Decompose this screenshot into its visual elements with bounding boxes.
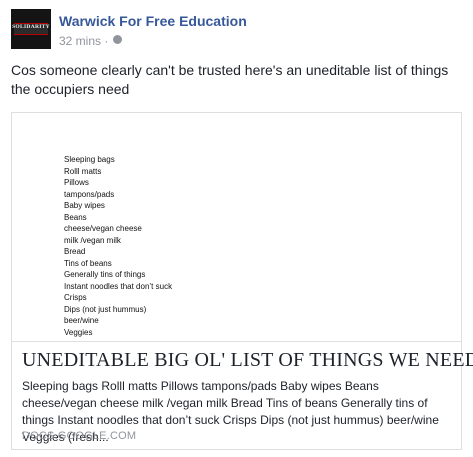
page-name-link[interactable]: Warwick For Free Education bbox=[59, 13, 247, 29]
document-list-item: Veggies bbox=[64, 327, 93, 337]
document-list-item: milk /vegan milk bbox=[64, 235, 121, 245]
link-title[interactable]: UNEDITABLE BIG OL' LIST OF THINGS WE NEE… bbox=[22, 349, 473, 372]
meta-separator: · bbox=[104, 33, 109, 48]
document-list-item: beer/wine bbox=[64, 316, 99, 325]
document-list-item: Dips (not just hummus) bbox=[64, 304, 147, 314]
document-list-item: Crisps bbox=[64, 293, 87, 302]
document-list-item: Rolll matts bbox=[64, 166, 102, 176]
document-list-item: Beans bbox=[64, 212, 87, 222]
avatar-text: SOLIDARITY bbox=[12, 24, 50, 30]
document-list-item: cheese/vegan cheese bbox=[64, 224, 142, 233]
avatar[interactable]: SOLIDARITY bbox=[11, 9, 51, 49]
post-header: SOLIDARITY Warwick For Free Education 32… bbox=[11, 9, 461, 49]
post-timestamp[interactable]: 32 mins bbox=[59, 34, 101, 48]
document-list-item: Baby wipes bbox=[64, 201, 105, 210]
document-list-item: Generally tins of things bbox=[64, 270, 146, 279]
document-list-item: Sleeping bags bbox=[64, 155, 115, 164]
document-list-item: Instant noodles that don’t suck bbox=[64, 281, 173, 291]
document-preview-image[interactable]: Sleeping bags Rolll matts Pillows tampons/p… bbox=[12, 113, 461, 342]
link-preview-card[interactable]: Sleeping bags Rolll matts Pillows tampons/p… bbox=[11, 112, 473, 450]
link-domain: DOCS.GOOGLE.COM bbox=[22, 430, 137, 442]
post-meta: 32 mins · bbox=[59, 33, 122, 48]
document-list-item: Pillows bbox=[64, 178, 89, 187]
document-list-item: Tins of beans bbox=[64, 258, 112, 268]
facebook-post: SOLIDARITY Warwick For Free Education 32… bbox=[0, 0, 473, 457]
document-item-list: Sleeping bags Rolll matts Pillows tampons/p… bbox=[64, 154, 172, 338]
globe-icon[interactable] bbox=[112, 35, 122, 45]
document-list-item: Bread bbox=[64, 247, 86, 256]
post-text: Cos someone clearly can't be trusted her… bbox=[11, 62, 449, 97]
document-list-item: tampons/pads bbox=[64, 189, 115, 199]
